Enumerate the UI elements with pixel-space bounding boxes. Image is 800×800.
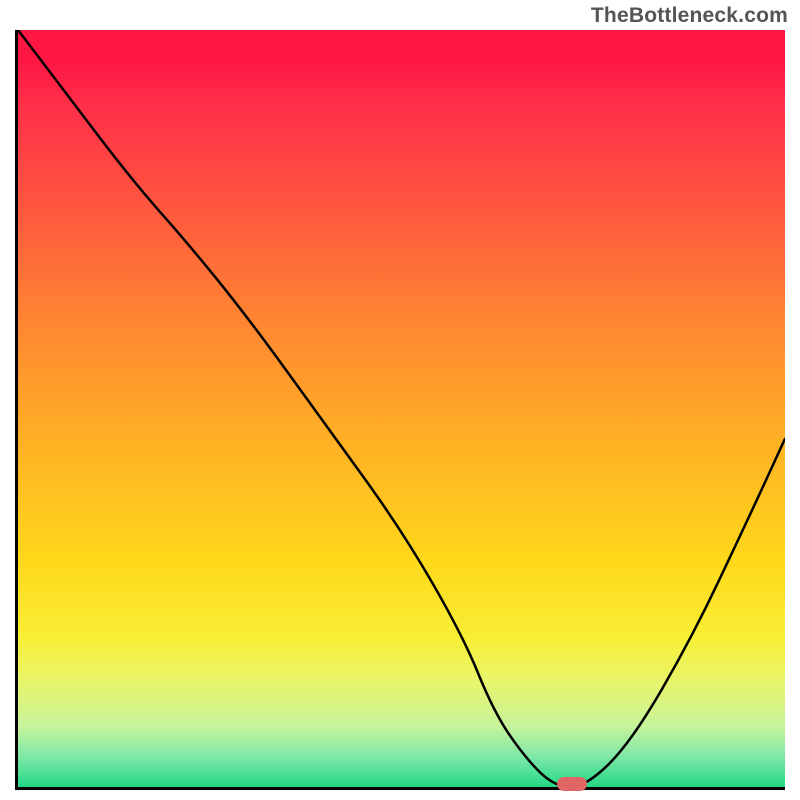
- plot-area: [15, 30, 785, 790]
- optimal-marker: [557, 777, 587, 791]
- chart-container: TheBottleneck.com: [0, 0, 800, 800]
- bottleneck-curve-path: [18, 30, 785, 787]
- bottleneck-curve: [18, 30, 785, 787]
- watermark-label: TheBottleneck.com: [591, 4, 788, 28]
